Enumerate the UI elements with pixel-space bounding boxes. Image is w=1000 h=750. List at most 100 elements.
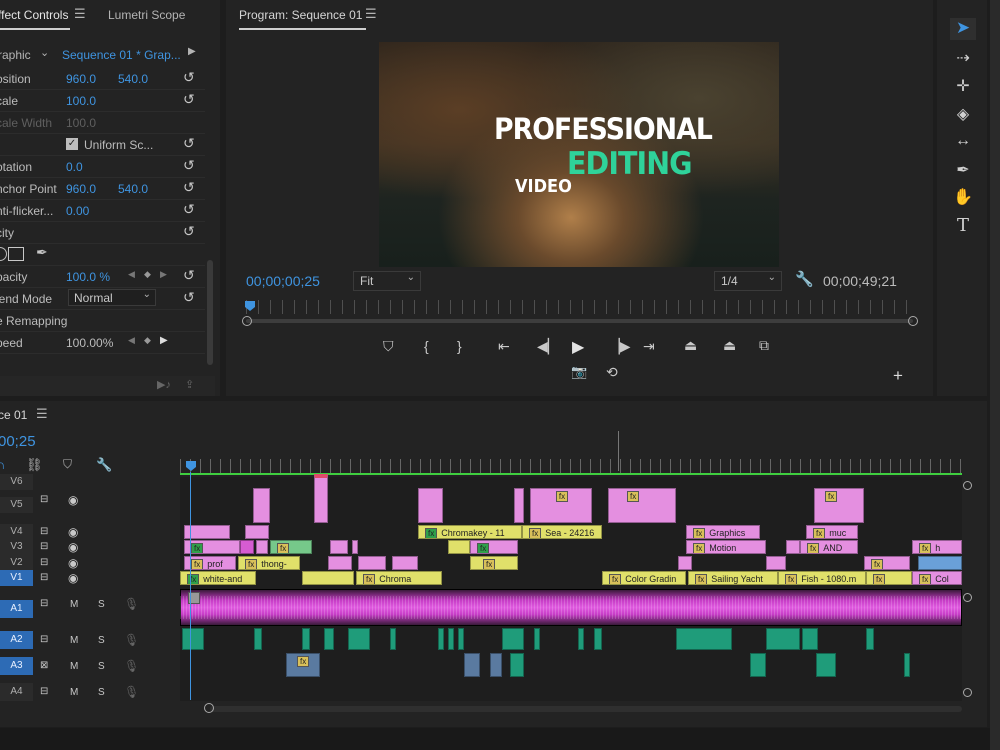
audio-clip[interactable] — [182, 628, 204, 650]
audio-clip[interactable] — [816, 653, 836, 677]
add-keyframe-icon[interactable]: ◆ — [144, 269, 151, 280]
video-clip[interactable] — [256, 540, 268, 554]
track-select-tool-icon[interactable]: ⇢ — [950, 48, 976, 70]
audio-clip[interactable] — [766, 628, 800, 650]
audio-clip[interactable] — [534, 628, 540, 650]
monitor-scroll-track[interactable] — [246, 319, 913, 323]
toggle-sync-lock-icon[interactable]: ⊟ — [40, 686, 48, 697]
prev-keyframe-icon[interactable]: ◀ — [128, 269, 135, 280]
tab-lumetri-scope[interactable]: Lumetri Scope — [108, 8, 185, 22]
clip-and[interactable]: fx AND — [800, 540, 858, 554]
toggle-sync-lock-icon[interactable]: ⊟ — [40, 572, 48, 583]
next-keyframe-icon[interactable]: ▶ — [160, 269, 167, 280]
clip-chromakey[interactable]: fx Chromakey - 11 — [418, 525, 522, 539]
clip-col[interactable]: fx Col — [912, 571, 962, 585]
vertical-zoom-handle[interactable] — [963, 688, 972, 697]
toggle-sync-lock-icon[interactable]: ⊠ — [40, 660, 48, 671]
track-v6[interactable]: V6 — [0, 474, 33, 490]
track-a2[interactable]: A2 — [0, 631, 33, 649]
video-clip[interactable]: fx — [184, 540, 240, 554]
linked-selection-icon[interactable]: ⛓ — [26, 457, 43, 473]
mute-button[interactable]: M — [70, 661, 78, 672]
solo-button[interactable]: S — [98, 599, 105, 610]
video-clip[interactable]: fx — [470, 540, 518, 554]
timeline-settings-wrench-icon[interactable]: 🔧 — [96, 457, 112, 473]
video-clip[interactable]: fx — [814, 488, 864, 523]
position-y-value[interactable]: 540.0 — [118, 72, 148, 86]
video-clip[interactable] — [418, 488, 443, 523]
audio-clip[interactable] — [510, 653, 524, 677]
toggle-sync-lock-icon[interactable]: ⊟ — [40, 634, 48, 645]
audio-clip[interactable] — [390, 628, 396, 650]
snap-icon[interactable]: ∩ — [0, 457, 5, 472]
audio-clip[interactable] — [254, 628, 262, 650]
step-back-icon[interactable]: ◀▏ — [537, 338, 559, 355]
eye-icon[interactable]: ◉ — [68, 540, 78, 554]
clip-prof[interactable]: fx prof — [184, 556, 236, 570]
reset-icon[interactable]: ↺ — [183, 201, 195, 218]
vertical-zoom-handle[interactable] — [963, 481, 972, 490]
audio-clip[interactable] — [464, 653, 480, 677]
video-clip[interactable] — [448, 540, 470, 554]
vertical-zoom-handle[interactable] — [963, 593, 972, 602]
video-clip[interactable] — [352, 540, 358, 554]
play-icon[interactable]: ▶ — [572, 337, 584, 357]
mute-button[interactable]: M — [70, 687, 78, 698]
track-v3[interactable]: V3 — [0, 539, 33, 555]
timeline-horizontal-scrollbar[interactable] — [210, 706, 962, 712]
audio-clip[interactable]: fx — [286, 653, 320, 677]
reset-icon[interactable]: ↺ — [183, 69, 195, 86]
video-clip[interactable] — [302, 571, 354, 585]
clip-sailing-yacht[interactable]: fx Sailing Yacht — [688, 571, 778, 585]
hand-tool-icon[interactable]: ✋ — [950, 187, 976, 209]
video-clip[interactable]: fx — [270, 540, 312, 554]
zoom-fit-select[interactable]: Fit ⌄ — [353, 271, 421, 291]
play-only-audio-icon[interactable]: ▶ — [188, 46, 196, 57]
track-v4[interactable]: V4 — [0, 524, 33, 540]
video-clip[interactable] — [392, 556, 418, 570]
reset-icon[interactable]: ↺ — [183, 223, 195, 240]
audio-clip[interactable] — [676, 628, 732, 650]
panel-menu-icon[interactable]: ☰ — [365, 6, 377, 22]
track-v1[interactable]: V1 — [0, 570, 33, 586]
audio-clip[interactable] — [302, 628, 310, 650]
video-preview[interactable]: PROFESSIONAL EDITING VIDEO — [379, 42, 779, 267]
clip-chroma[interactable]: fx Chroma — [356, 571, 442, 585]
microphone-icon[interactable]: 🎙 — [124, 633, 139, 647]
resolution-select[interactable]: 1/4 ⌄ — [714, 271, 782, 291]
video-clip[interactable] — [678, 556, 692, 570]
prev-keyframe-icon[interactable]: ◀ — [128, 335, 135, 346]
clip-graphics[interactable]: fx Graphics — [686, 525, 760, 539]
add-marker-icon[interactable]: ⛉ — [383, 338, 394, 355]
tab-effect-controls[interactable]: ffect Controls — [0, 8, 68, 22]
eye-icon[interactable]: ◉ — [68, 571, 78, 585]
solo-button[interactable]: S — [98, 687, 105, 698]
mute-button[interactable]: M — [70, 599, 78, 610]
pen-tool-icon[interactable]: ✒ — [950, 160, 976, 182]
rotation-value[interactable]: 0.0 — [66, 160, 83, 174]
audio-clip[interactable] — [750, 653, 766, 677]
reset-icon[interactable]: ↺ — [183, 179, 195, 196]
anchor-y-value[interactable]: 540.0 — [118, 182, 148, 196]
clip-h[interactable]: fx h — [912, 540, 962, 554]
selection-tool-icon[interactable]: ➤ — [950, 18, 976, 40]
rectangle-mask-icon[interactable] — [8, 247, 24, 261]
toggle-sync-lock-icon[interactable]: ⊟ — [40, 541, 48, 552]
video-clip[interactable] — [245, 525, 269, 539]
video-clip[interactable] — [328, 556, 352, 570]
timeline-ruler[interactable] — [180, 459, 962, 473]
mute-button[interactable]: M — [70, 635, 78, 646]
video-clip[interactable]: fx — [470, 556, 518, 570]
audio-clip[interactable] — [348, 628, 370, 650]
audio-clip[interactable] — [594, 628, 602, 650]
horizontal-zoom-handle[interactable] — [204, 703, 214, 713]
razor-tool-icon[interactable]: ◈ — [950, 104, 976, 126]
toggle-sync-lock-icon[interactable]: ⊟ — [40, 557, 48, 568]
microphone-icon[interactable]: 🎙 — [124, 659, 139, 673]
video-clip[interactable] — [766, 556, 786, 570]
video-clip[interactable] — [514, 488, 524, 523]
microphone-icon[interactable]: 🎙 — [124, 597, 139, 611]
reset-icon[interactable]: ↺ — [183, 289, 195, 306]
scale-value[interactable]: 100.0 — [66, 94, 96, 108]
add-keyframe-icon[interactable]: ◆ — [144, 335, 151, 346]
